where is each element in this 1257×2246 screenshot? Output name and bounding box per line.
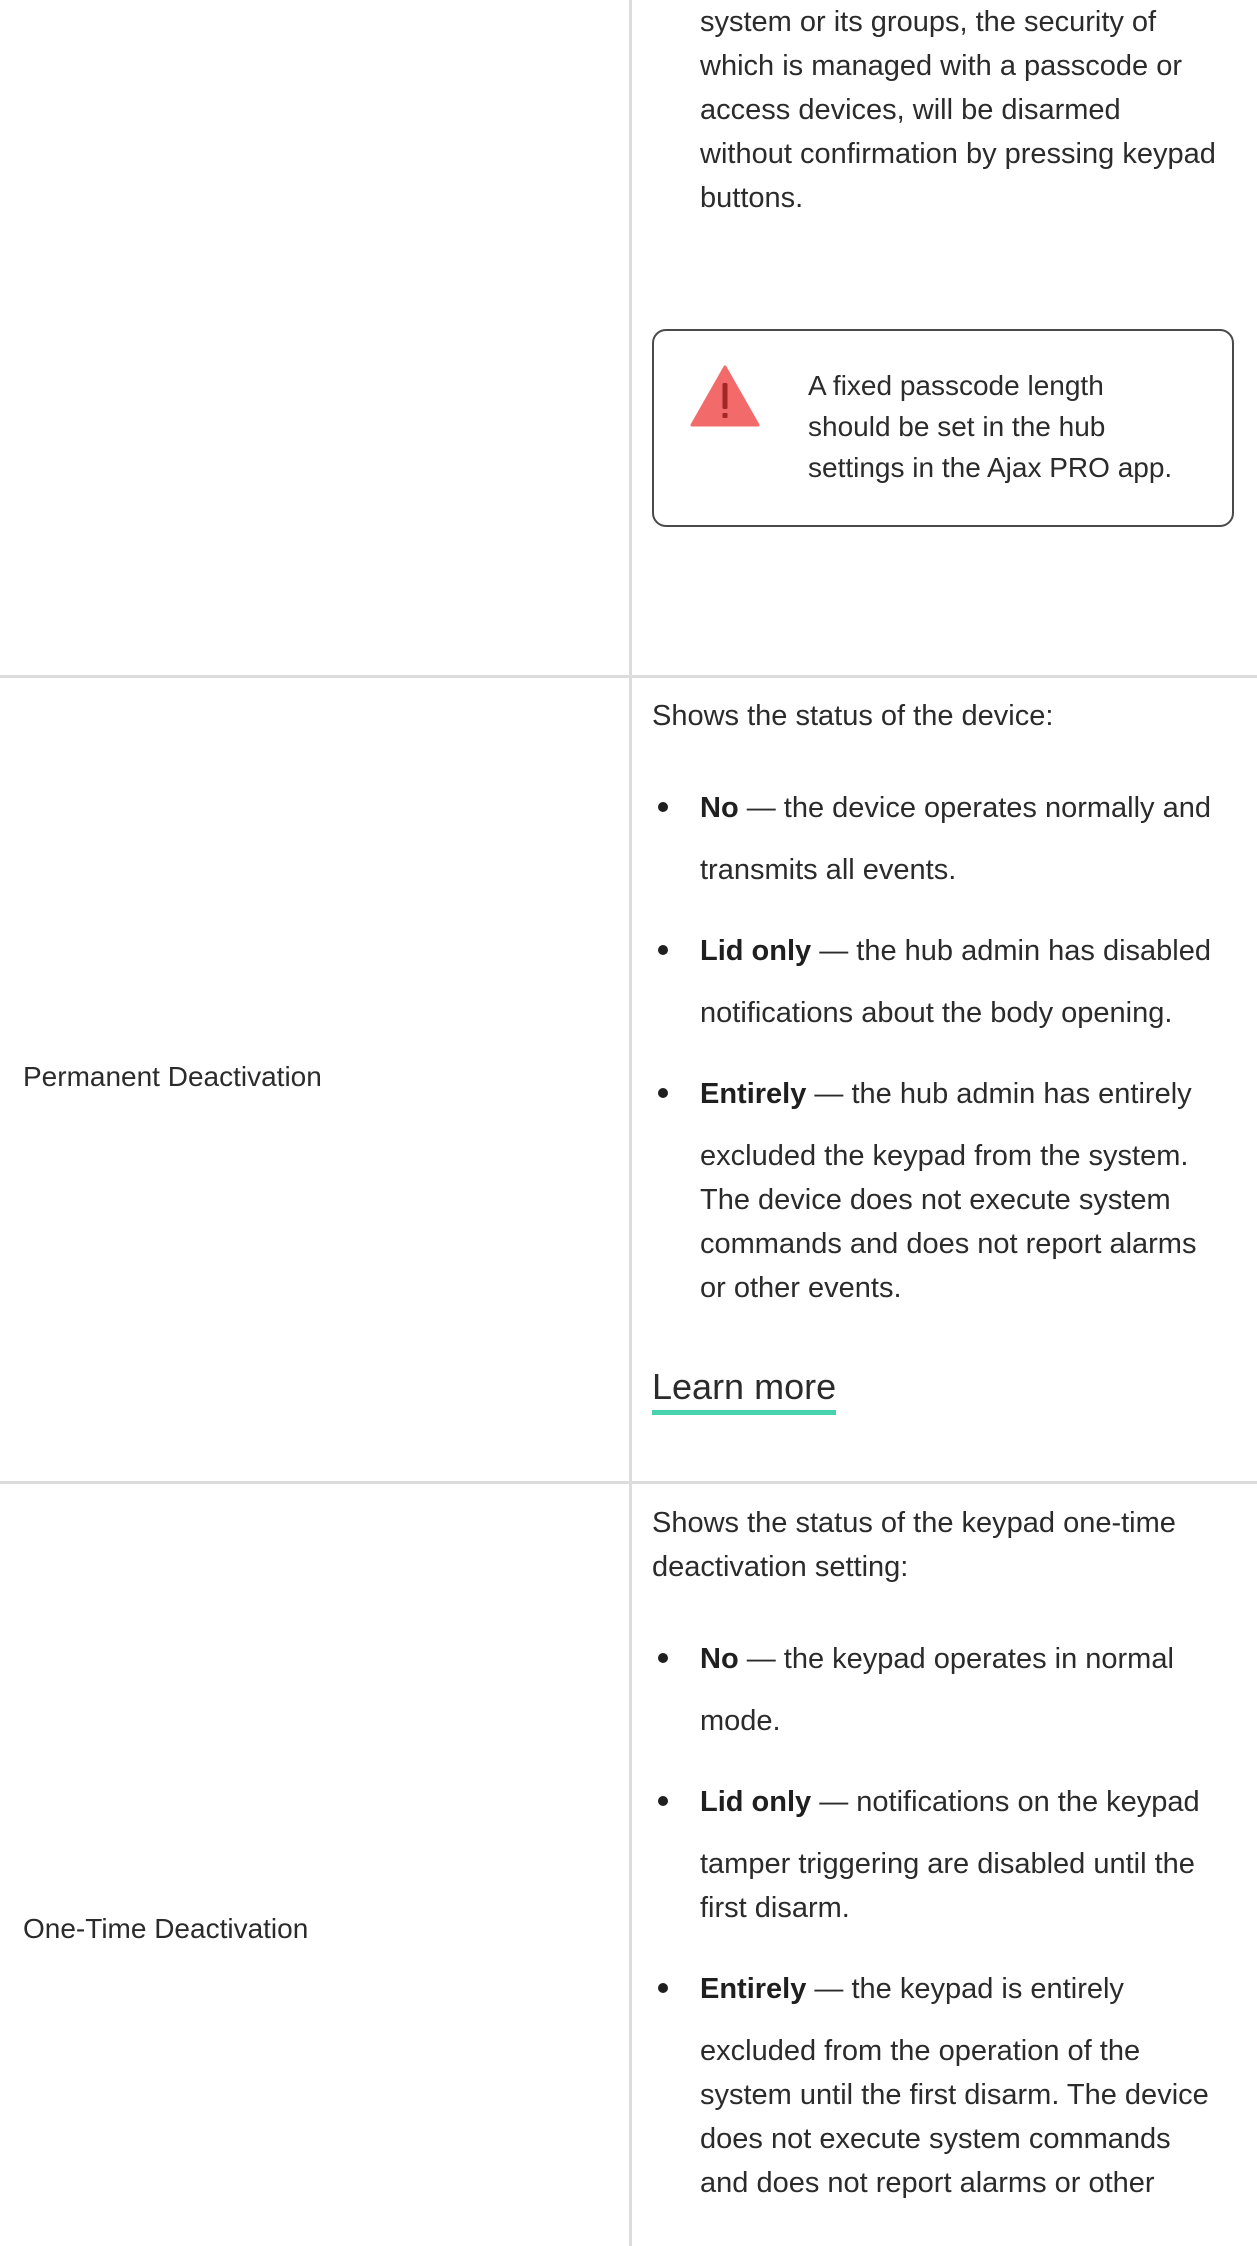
list-item-text: — the keypad is entirely (806, 1973, 1124, 2005)
list-item: Lid only — the hub admin has disabled no… (700, 929, 1240, 1035)
warning-line: should be set in the hub (808, 411, 1106, 442)
list-item-text: commands and does not report alarms (700, 1228, 1197, 1260)
warning-line: A fixed passcode length (808, 370, 1104, 401)
bullet-dot (658, 1653, 668, 1663)
list-item: No — the device operates normally and tr… (700, 786, 1240, 892)
warning-callout: A fixed passcode length should be set in… (652, 329, 1234, 527)
setting-label-permanent-deactivation: Permanent Deactivation (23, 1061, 322, 1092)
bullet-dot (658, 945, 668, 955)
list-item-text: — the hub admin has entirely (806, 1078, 1192, 1110)
list-item: Lid only — notifications on the keypad t… (700, 1780, 1240, 1930)
bullet-dot (658, 1796, 668, 1806)
list-item-term: Lid only (700, 1786, 812, 1818)
list-item: Entirely — the keypad is entirely exclud… (700, 1967, 1240, 2205)
list-item: Entirely — the hub admin has entirely ex… (700, 1072, 1240, 1310)
warning-line: settings in the Ajax PRO app. (808, 452, 1173, 483)
setting-intro: Shows the status of the keypad one-time … (652, 1501, 1232, 1589)
text-line: access devices, will be disarmed (700, 94, 1121, 126)
text-line: buttons. (700, 182, 804, 214)
list-item-text: The device does not execute system (700, 1184, 1171, 1216)
list-item-text: — notifications on the keypad (811, 1786, 1200, 1818)
list-item-term: Lid only (700, 935, 812, 967)
setting-intro: Shows the status of the device: (652, 700, 1054, 732)
list-item-text: or other events. (700, 1272, 902, 1304)
setting-label-one-time-deactivation: One-Time Deactivation (23, 1913, 309, 1944)
list-item-text: does not execute system commands (700, 2123, 1171, 2155)
text-line: without confirmation by pressing keypad (700, 138, 1216, 170)
list-item-text: first disarm. (700, 1892, 850, 1924)
list-item-text: tamper triggering are disabled until the (700, 1848, 1195, 1880)
list-item-text: — the hub admin has disabled (811, 935, 1211, 967)
column-divider (629, 0, 632, 2246)
text-line: system or its groups, the security of (700, 6, 1157, 38)
text-line: which is managed with a passcode or (700, 50, 1182, 82)
list-item-text: excluded from the operation of the (700, 2035, 1141, 2067)
learn-more-link[interactable]: Learn more (652, 1364, 837, 1415)
list-item-term: No (700, 1643, 739, 1675)
list-item: No — the keypad operates in normal mode. (700, 1637, 1240, 1743)
text-line: Shows the status of the keypad one-time (652, 1507, 1176, 1539)
list-item-text: notifications about the body opening. (700, 997, 1173, 1029)
settings-table: system or its groups, the security of wh… (0, 0, 1257, 2246)
warning-triangle-icon (690, 365, 760, 427)
bullet-dot (658, 802, 668, 812)
list-item-text: and does not report alarms or other (700, 2167, 1155, 2199)
bullet-dot (658, 1088, 668, 1098)
list-item-text: transmits all events. (700, 854, 957, 886)
list-item-text: — the device operates normally and (738, 792, 1211, 824)
warning-text: A fixed passcode length should be set in… (808, 365, 1218, 488)
bullet-dot (658, 1983, 668, 1993)
list-item-text: excluded the keypad from the system. (700, 1140, 1189, 1172)
text-line: deactivation setting: (652, 1551, 909, 1583)
list-item-term: Entirely (700, 1973, 807, 2005)
list-item-term: No (700, 792, 739, 824)
list-item-term: Entirely (700, 1078, 807, 1110)
row-description-continued: system or its groups, the security of wh… (700, 0, 1240, 220)
list-item-text: mode. (700, 1705, 781, 1737)
list-item-text: system until the first disarm. The devic… (700, 2079, 1209, 2111)
row-divider (0, 675, 1257, 678)
list-item-text: — the keypad operates in normal (738, 1643, 1174, 1675)
row-divider (0, 1481, 1257, 1484)
